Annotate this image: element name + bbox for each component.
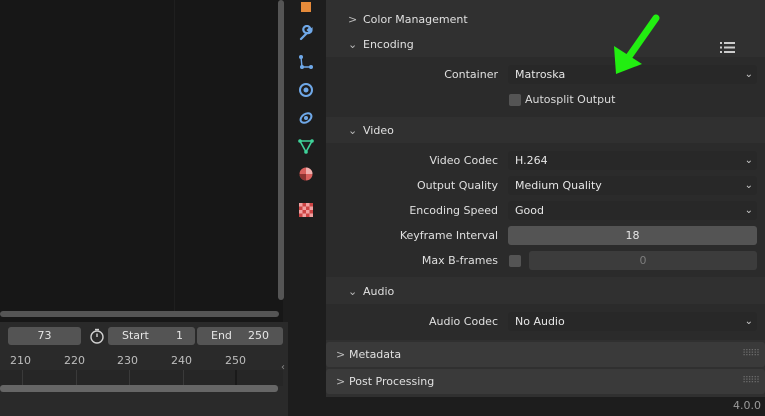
audio-codec-value: No Audio xyxy=(515,315,565,328)
output-quality-value: Medium Quality xyxy=(515,179,602,192)
particles-icon[interactable] xyxy=(297,53,315,71)
drag-handle-icon[interactable]: ⠿⠿⠿ xyxy=(742,369,760,394)
physics-icon[interactable] xyxy=(297,81,315,99)
frame-tick: 250 xyxy=(225,354,246,367)
end-value: 250 xyxy=(248,329,269,342)
properties-tab-bar xyxy=(290,0,320,225)
frame-tick: 220 xyxy=(64,354,85,367)
end-frame-marker xyxy=(235,370,237,386)
video-codec-dropdown[interactable]: H.264 ⌄ xyxy=(508,151,757,170)
timeline: 73 Start 1 End 250 210 220 230 240 250 ‹ xyxy=(0,322,288,416)
container-label: Container xyxy=(444,68,498,81)
data-mesh-icon[interactable] xyxy=(297,137,315,155)
panel-title: Audio xyxy=(363,285,395,298)
panel-title: Color Management xyxy=(363,13,468,26)
chevron-down-icon: ⌄ xyxy=(744,69,753,80)
output-quality-label: Output Quality xyxy=(416,179,498,192)
chevron-right-icon: > xyxy=(336,348,346,361)
output-quality-dropdown[interactable]: Medium Quality ⌄ xyxy=(508,176,757,195)
drag-handle-icon[interactable]: ⠿⠿⠿ xyxy=(742,342,760,367)
encoding-content: Container Matroska ⌄ Autosplit Output xyxy=(326,57,765,117)
encoding-speed-label: Encoding Speed xyxy=(409,204,498,217)
panel-audio[interactable]: ⌄ Audio xyxy=(326,280,765,304)
video-content: Video Codec H.264 ⌄ Output Quality Mediu… xyxy=(326,143,765,277)
texture-icon[interactable] xyxy=(297,201,315,219)
chevron-right-icon: > xyxy=(348,13,358,26)
frame-ruler[interactable]: 210 220 230 240 250 xyxy=(0,352,288,370)
panel-title: Post Processing xyxy=(349,375,435,388)
current-frame-field[interactable]: 73 xyxy=(8,327,81,345)
grid-line xyxy=(174,0,175,312)
keyframe-interval-label: Keyframe Interval xyxy=(399,229,498,242)
properties-editor: > Color Management ⌄ Encoding Container … xyxy=(326,0,765,397)
audio-codec-dropdown[interactable]: No Audio ⌄ xyxy=(508,312,757,331)
audio-codec-label: Audio Codec xyxy=(429,315,498,328)
chevron-right-icon: > xyxy=(336,375,346,388)
chevron-left-icon[interactable]: ‹ xyxy=(281,362,285,373)
timeline-track[interactable] xyxy=(0,370,283,386)
max-bframes-field[interactable]: 0 xyxy=(529,251,757,270)
autosplit-checkbox[interactable] xyxy=(509,94,521,106)
timeline-scrollbar[interactable] xyxy=(0,385,278,392)
chevron-down-icon: ⌄ xyxy=(744,155,753,166)
chevron-down-icon: ⌄ xyxy=(744,205,753,216)
version-label: 4.0.0 xyxy=(733,399,761,412)
chevron-down-icon: ⌄ xyxy=(744,316,753,327)
stopwatch-icon[interactable] xyxy=(88,327,106,345)
max-bframes-label: Max B-frames xyxy=(421,254,498,267)
green-arrow-annotation xyxy=(608,12,664,76)
start-label: Start xyxy=(122,329,149,342)
panel-title: Metadata xyxy=(349,348,402,361)
end-label: End xyxy=(211,329,232,342)
video-codec-label: Video Codec xyxy=(429,154,498,167)
video-codec-value: H.264 xyxy=(515,154,548,167)
audio-content: Audio Codec No Audio ⌄ xyxy=(326,304,765,340)
autosplit-label: Autosplit Output xyxy=(525,93,616,106)
keyframe-interval-value: 18 xyxy=(625,229,640,242)
modifier-wrench-icon[interactable] xyxy=(297,24,315,43)
max-bframes-value: 0 xyxy=(639,254,647,267)
chevron-down-icon: ⌄ xyxy=(744,180,753,191)
frame-tick: 240 xyxy=(171,354,192,367)
viewport-vertical-scrollbar[interactable] xyxy=(278,0,284,300)
editor-viewport[interactable] xyxy=(0,0,284,322)
encoding-speed-value: Good xyxy=(515,204,544,217)
start-frame-field[interactable]: Start 1 xyxy=(108,327,195,345)
keyframe-interval-field[interactable]: 18 xyxy=(508,226,757,245)
panel-color-management[interactable]: > Color Management xyxy=(326,8,765,32)
viewport-horizontal-scrollbar[interactable] xyxy=(0,311,279,317)
panel-video[interactable]: ⌄ Video xyxy=(326,119,765,143)
encoding-speed-dropdown[interactable]: Good ⌄ xyxy=(508,201,757,220)
start-value: 1 xyxy=(176,329,183,342)
panel-metadata[interactable]: > Metadata ⠿⠿⠿ xyxy=(326,342,765,367)
object-icon[interactable] xyxy=(297,0,315,16)
end-frame-field[interactable]: End 250 xyxy=(197,327,283,345)
chevron-down-icon: ⌄ xyxy=(348,124,358,137)
panel-encoding[interactable]: ⌄ Encoding xyxy=(326,33,765,57)
chevron-down-icon: ⌄ xyxy=(348,38,358,51)
panel-post-processing[interactable]: > Post Processing ⠿⠿⠿ xyxy=(326,369,765,394)
panel-title: Encoding xyxy=(363,38,414,51)
constraints-icon[interactable] xyxy=(297,109,315,127)
material-icon[interactable] xyxy=(297,165,315,183)
current-frame-value: 73 xyxy=(37,329,52,342)
container-value: Matroska xyxy=(515,68,566,81)
frame-tick: 210 xyxy=(10,354,31,367)
panel-title: Video xyxy=(363,124,394,137)
max-bframes-checkbox[interactable] xyxy=(509,255,521,267)
chevron-down-icon: ⌄ xyxy=(348,285,358,298)
frame-tick: 230 xyxy=(117,354,138,367)
